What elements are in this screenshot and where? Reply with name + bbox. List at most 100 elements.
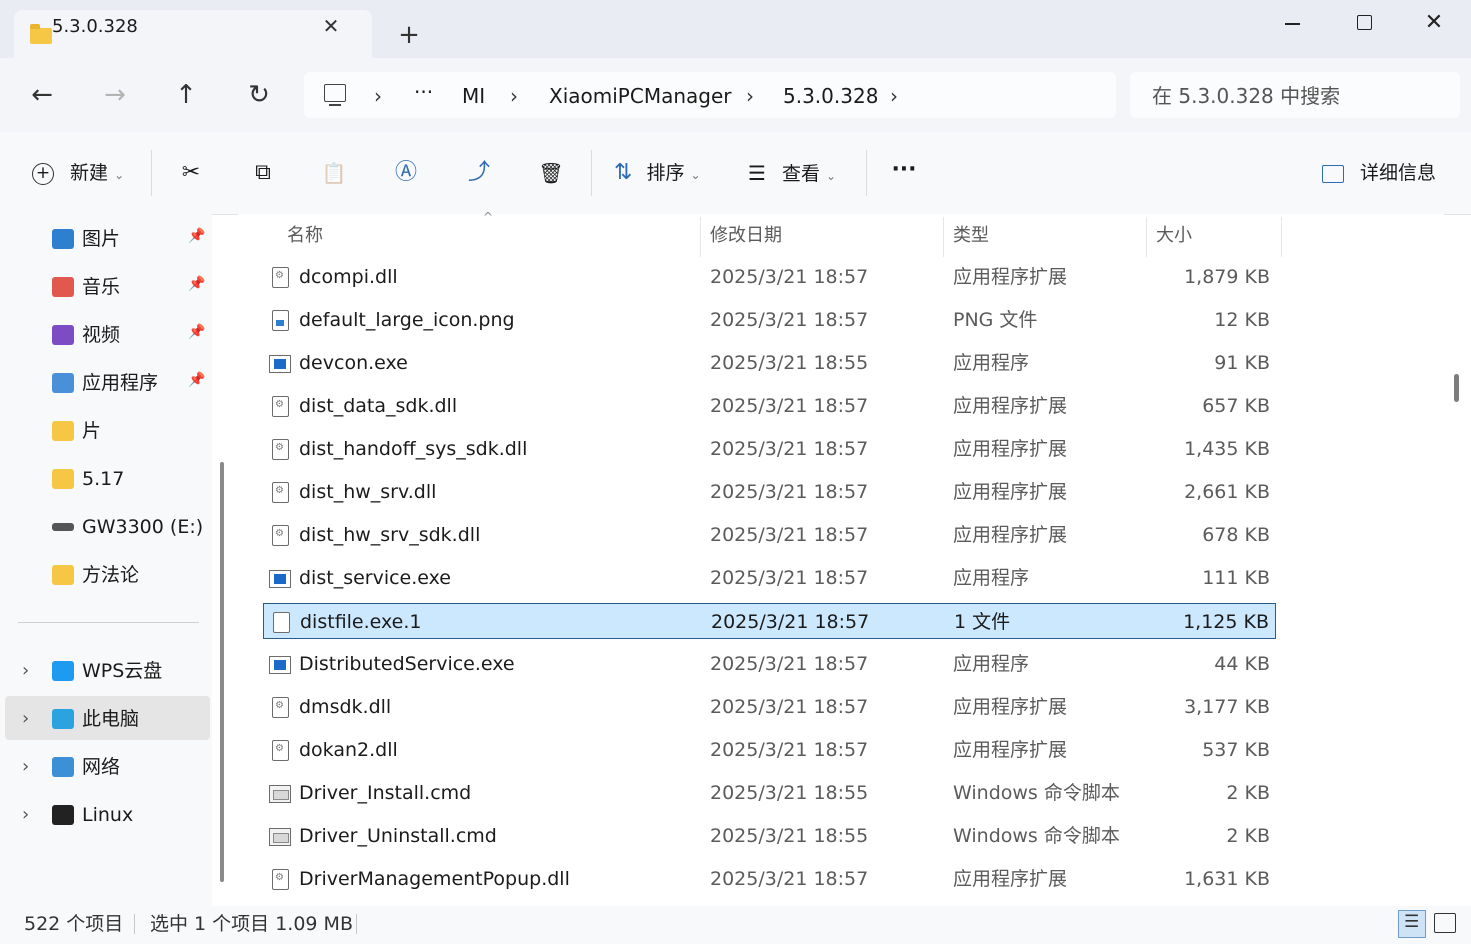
file-cmd-icon xyxy=(269,828,291,846)
sidebar-item[interactable]: 图片 📌 xyxy=(0,216,212,260)
forward-button[interactable]: → xyxy=(95,75,135,115)
sidebar-item[interactable]: › WPS云盘 xyxy=(0,648,212,692)
breadcrumb-separator[interactable]: › xyxy=(510,84,518,108)
sidebar-item-label: 应用程序 xyxy=(82,372,159,394)
file-row[interactable]: dist_hw_srv.dll 2025/3/21 18:57 应用程序扩展 2,66… xyxy=(263,474,1276,510)
refresh-button[interactable]: ↻ xyxy=(239,75,279,115)
file-dll-icon xyxy=(272,697,289,718)
file-dll-icon xyxy=(272,439,289,460)
pictures-icon xyxy=(52,229,74,249)
cut-button[interactable]: ✂ xyxy=(175,153,207,193)
breadcrumb-mi[interactable]: MI xyxy=(462,84,485,108)
sidebar-item[interactable]: 方法论 xyxy=(0,552,212,596)
file-row[interactable]: devcon.exe 2025/3/21 18:55 应用程序 91 KB xyxy=(263,345,1276,381)
rename-button[interactable]: Ⓐ xyxy=(390,153,422,193)
column-divider[interactable] xyxy=(943,217,944,257)
back-button[interactable]: ← xyxy=(22,75,62,115)
new-tab-button[interactable]: + xyxy=(394,20,424,50)
file-row[interactable]: dist_handoff_sys_sdk.dll 2025/3/21 18:57 应… xyxy=(263,431,1276,467)
videos-icon xyxy=(52,325,74,345)
file-date: 2025/3/21 18:55 xyxy=(710,352,869,374)
file-name: dist_hw_srv.dll xyxy=(299,481,437,503)
file-row[interactable]: dist_service.exe 2025/3/21 18:57 应用程序 111 K… xyxy=(263,560,1276,596)
search-placeholder[interactable]: 在 5.3.0.328 中搜索 xyxy=(1152,84,1340,108)
sidebar-item[interactable]: 视频 📌 xyxy=(0,312,212,356)
delete-button[interactable]: 🗑 xyxy=(535,153,567,193)
this-pc-icon[interactable] xyxy=(324,84,346,106)
chevron-right-icon[interactable]: › xyxy=(22,802,29,828)
file-size: 537 KB xyxy=(1202,739,1270,761)
sidebar-item-label: 此电脑 xyxy=(82,708,140,730)
column-header-name[interactable]: 名称 xyxy=(287,223,323,249)
file-row[interactable]: dokan2.dll 2025/3/21 18:57 应用程序扩展 537 KB xyxy=(263,732,1276,768)
divider xyxy=(591,150,592,196)
copy-button[interactable]: ⧉ xyxy=(247,153,279,193)
view-button[interactable]: ☰ 查看 ⌄ xyxy=(748,153,836,193)
column-divider[interactable] xyxy=(1281,217,1282,257)
sidebar-item[interactable]: 应用程序 📌 xyxy=(0,360,212,404)
view-icon: ☰ xyxy=(748,161,766,185)
file-row[interactable]: DriverManagementPopup.dll 2025/3/21 18:57… xyxy=(263,861,1276,897)
column-header-modified[interactable]: 修改日期 xyxy=(710,223,782,249)
chevron-right-icon[interactable]: › xyxy=(22,706,29,732)
file-date: 2025/3/21 18:57 xyxy=(710,868,869,890)
chevron-right-icon[interactable]: › xyxy=(22,658,29,684)
breadcrumb-xiaomipcmanager[interactable]: XiaomiPCManager xyxy=(549,84,731,108)
file-row[interactable]: DistributedService.exe 2025/3/21 18:57 应用程… xyxy=(263,646,1276,682)
new-button[interactable]: + 新建 ⌄ xyxy=(32,153,124,193)
column-divider[interactable] xyxy=(700,217,701,257)
sidebar-item-label: 网络 xyxy=(82,756,121,778)
file-row[interactable]: distfile.exe.1 2025/3/21 18:57 1 文件 1,125 K… xyxy=(263,603,1276,639)
sidebar-item[interactable]: GW3300 (E:) xyxy=(0,504,212,548)
cloud-icon xyxy=(52,661,74,681)
column-divider[interactable] xyxy=(1146,217,1147,257)
column-header-size[interactable]: 大小 xyxy=(1156,223,1192,249)
file-row[interactable]: Driver_Install.cmd 2025/3/21 18:55 Windows… xyxy=(263,775,1276,811)
sidebar-scrollbar[interactable] xyxy=(220,462,224,882)
file-row[interactable]: dmsdk.dll 2025/3/21 18:57 应用程序扩展 3,177 KB xyxy=(263,689,1276,725)
paste-button[interactable]: 📋 xyxy=(318,153,350,193)
file-type: 1 文件 xyxy=(954,611,1011,633)
maximize-button[interactable] xyxy=(1344,8,1384,38)
sidebar-item[interactable]: 音乐 📌 xyxy=(0,264,212,308)
sidebar-item[interactable]: 片 xyxy=(0,408,212,452)
file-row[interactable]: dcompi.dll 2025/3/21 18:57 应用程序扩展 1,879 KB xyxy=(263,259,1276,295)
sidebar-item[interactable]: › Linux xyxy=(0,792,212,836)
column-header-type[interactable]: 类型 xyxy=(953,223,989,249)
breadcrumb-separator[interactable]: › xyxy=(746,84,754,108)
sidebar-item[interactable]: 5.17 xyxy=(0,456,212,500)
file-name: dist_data_sdk.dll xyxy=(299,395,458,417)
file-type: 应用程序扩展 xyxy=(953,739,1068,761)
minimize-button[interactable] xyxy=(1272,8,1312,38)
details-pane-button[interactable]: 详细信息 xyxy=(1322,153,1436,193)
pin-icon: 📌 xyxy=(188,372,206,388)
large-icons-view-button[interactable] xyxy=(1434,913,1456,933)
item-count: 522 个项目 xyxy=(24,913,124,935)
file-list-scrollbar[interactable] xyxy=(1454,374,1459,402)
file-row[interactable]: dist_hw_srv_sdk.dll 2025/3/21 18:57 应用程序扩展… xyxy=(263,517,1276,553)
file-row[interactable]: dist_data_sdk.dll 2025/3/21 18:57 应用程序扩展 65… xyxy=(263,388,1276,424)
file-type: 应用程序 xyxy=(953,567,1030,589)
details-view-button[interactable] xyxy=(1398,910,1426,938)
more-options-button[interactable]: ··· xyxy=(888,150,920,190)
share-button[interactable]: ⤴ xyxy=(463,153,495,193)
file-blank-icon xyxy=(273,612,290,633)
up-button[interactable]: ↑ xyxy=(166,75,206,115)
sidebar-divider xyxy=(18,622,199,623)
file-row[interactable]: Driver_Uninstall.cmd 2025/3/21 18:55 Windo… xyxy=(263,818,1276,854)
sidebar-item[interactable]: › 此电脑 xyxy=(5,696,210,740)
file-row[interactable]: default_large_icon.png 2025/3/21 18:57 PNG… xyxy=(263,302,1276,338)
file-size: 2 KB xyxy=(1226,825,1270,847)
close-tab-icon[interactable]: ✕ xyxy=(318,13,344,39)
chevron-right-icon[interactable]: › xyxy=(22,754,29,780)
sort-button[interactable]: ⇅ 排序 ⌄ xyxy=(614,153,701,193)
status-divider xyxy=(356,914,357,934)
sidebar-item[interactable]: › 网络 xyxy=(0,744,212,788)
breadcrumb-separator[interactable]: › xyxy=(890,84,898,108)
breadcrumb-separator[interactable]: › xyxy=(374,84,382,108)
file-name: default_large_icon.png xyxy=(299,309,515,331)
sort-label: 排序 xyxy=(646,162,685,184)
breadcrumb-current[interactable]: 5.3.0.328 xyxy=(783,84,878,108)
close-window-button[interactable]: ✕ xyxy=(1414,8,1454,38)
breadcrumb-more[interactable]: ··· xyxy=(414,80,433,104)
